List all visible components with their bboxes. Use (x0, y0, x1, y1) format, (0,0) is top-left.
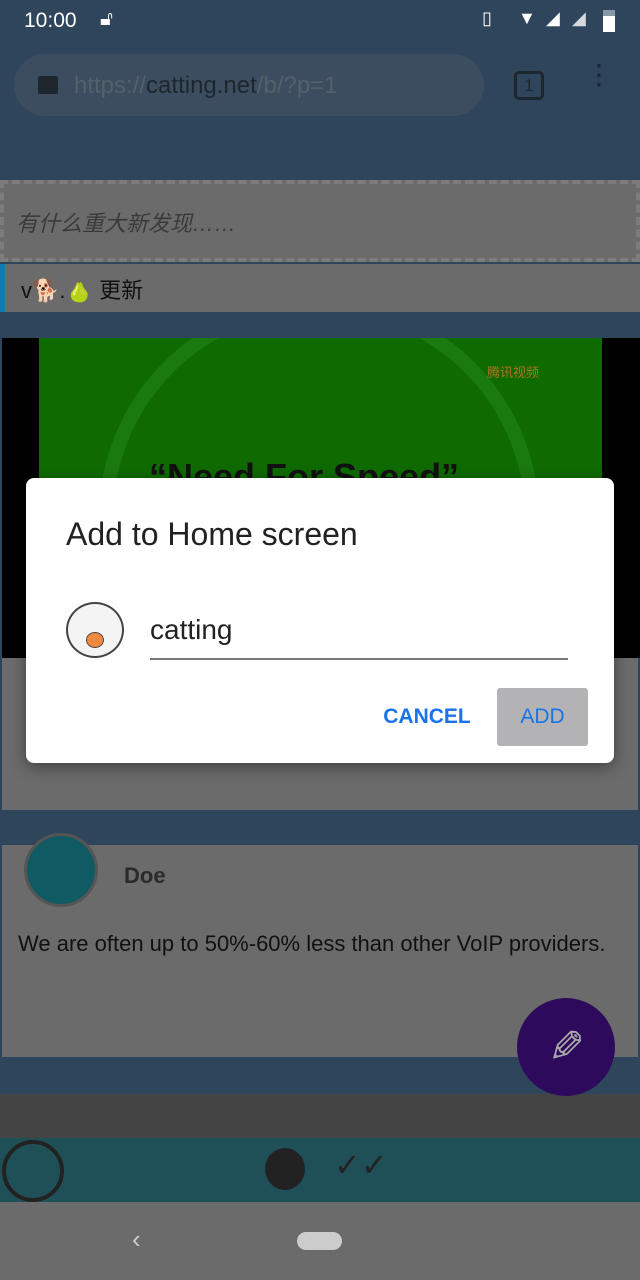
add-button[interactable]: ADD (497, 688, 588, 746)
add-to-home-dialog: Add to Home screen catting CANCEL ADD (26, 478, 614, 763)
app-icon (66, 602, 124, 658)
cancel-button[interactable]: CANCEL (374, 688, 480, 746)
shortcut-name-input[interactable]: catting (150, 602, 568, 660)
shortcut-name-value: catting (150, 614, 233, 645)
dialog-title: Add to Home screen (66, 516, 358, 552)
